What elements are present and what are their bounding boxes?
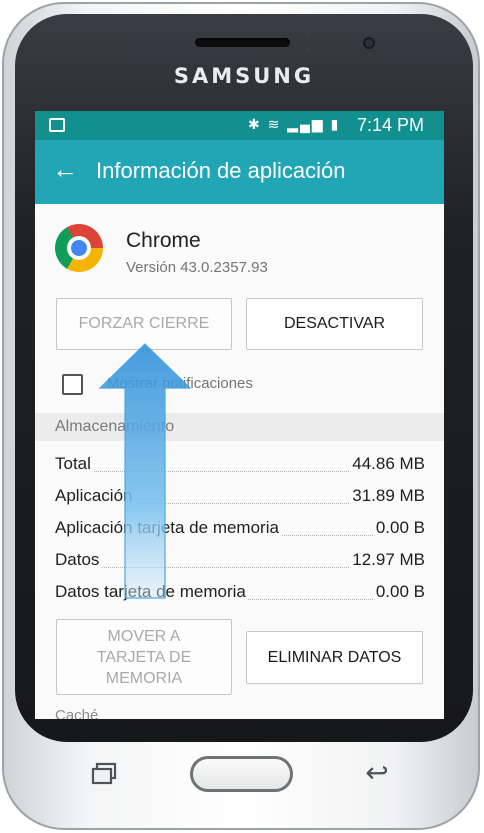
status-icons: ✱ ≋ ▂▄▆ ▮: [248, 116, 341, 132]
storage-row-value: 0.00 B: [373, 582, 425, 602]
app-name: Chrome: [126, 229, 201, 252]
storage-row-label: Total: [55, 454, 93, 474]
home-button[interactable]: [190, 756, 293, 792]
move-label-line-3: MEMORIA: [105, 669, 183, 687]
recent-apps-key[interactable]: [91, 761, 119, 787]
storage-row-value: 12.97 MB: [350, 550, 425, 570]
light-sensor: [306, 48, 311, 53]
show-notifications-checkbox[interactable]: [62, 374, 83, 395]
annotation-up-arrow-icon: [98, 343, 192, 599]
status-bar: ✱ ≋ ▂▄▆ ▮ 7:14 PM: [35, 111, 444, 140]
storage-row-value: 0.00 B: [373, 518, 425, 538]
disable-button[interactable]: DESACTIVAR: [246, 298, 423, 350]
earpiece-speaker: [195, 38, 290, 47]
app-bar: ← Información de aplicación: [35, 140, 444, 204]
clear-data-button[interactable]: ELIMINAR DATOS: [246, 631, 423, 684]
app-version: Versión 43.0.2357.93: [126, 259, 268, 276]
proximity-sensor: [306, 32, 311, 37]
status-time: 7:14 PM: [356, 115, 424, 135]
chrome-icon-center: [71, 240, 87, 256]
front-camera: [363, 37, 375, 49]
move-to-sd-card-button[interactable]: MOVER A TARJETA DE MEMORIA: [56, 619, 232, 695]
recent-apps-icon: [91, 762, 117, 785]
back-key-icon[interactable]: ↩: [361, 757, 393, 789]
move-label-line-1: MOVER A: [107, 627, 181, 645]
device-brand-logo: SAMSUNG: [173, 64, 315, 88]
cache-section-header: Caché: [55, 707, 99, 719]
move-button-label: MOVER A TARJETA DE MEMORIA: [97, 626, 192, 689]
chrome-app-icon: [55, 224, 103, 272]
back-arrow-icon[interactable]: ←: [52, 156, 78, 182]
storage-row-value: 31.89 MB: [350, 486, 425, 506]
page-title: Información de aplicación: [96, 158, 346, 183]
storage-row-value: 44.86 MB: [350, 454, 425, 474]
move-label-line-2: TARJETA DE: [96, 648, 192, 666]
gallery-notification-icon: [49, 118, 65, 132]
